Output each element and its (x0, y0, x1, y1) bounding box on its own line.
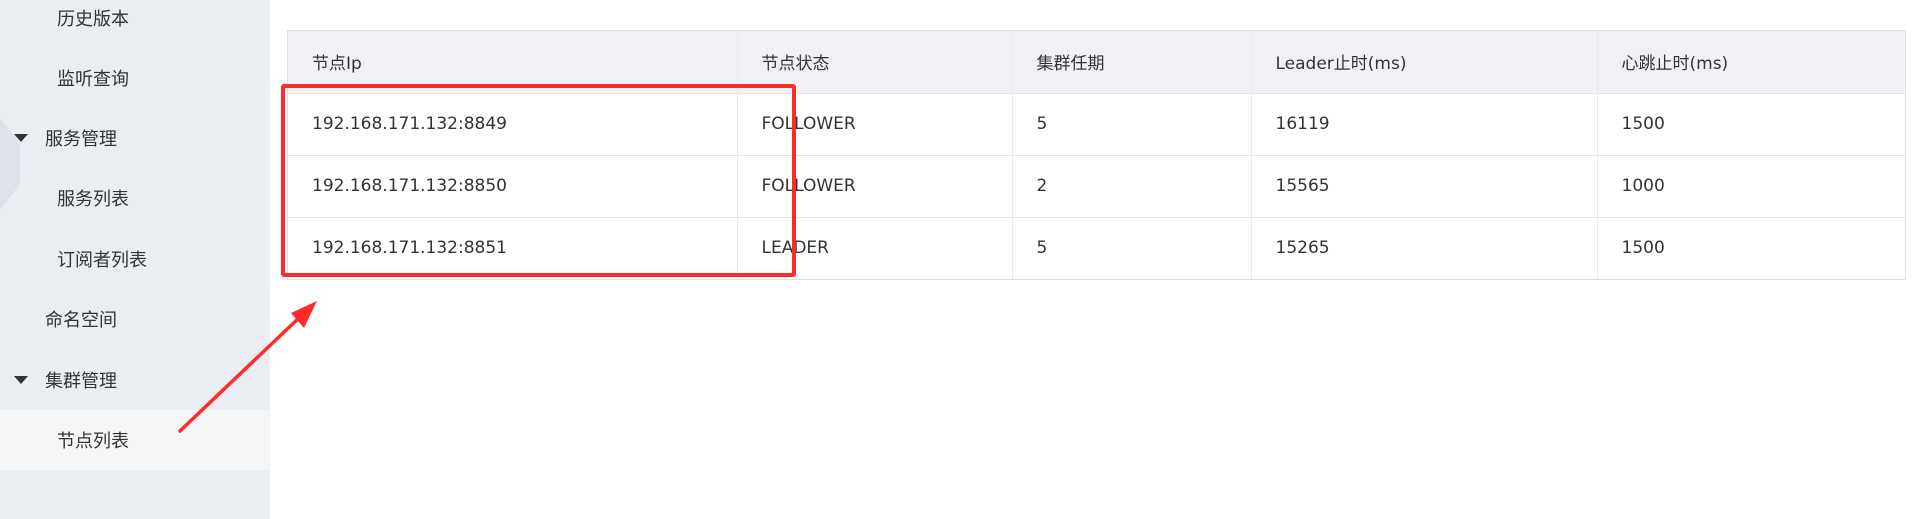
sidebar-item-namespace[interactable]: 命名空间 (0, 289, 270, 349)
cell-node-state: LEADER (737, 217, 1013, 279)
table-header-row: 节点Ip 节点状态 集群任期 Leader止时(ms) 心跳止时(ms) (288, 31, 1905, 93)
column-header-cluster-term[interactable]: 集群任期 (1012, 31, 1252, 93)
cell-heartbeat-due: 1500 (1621, 114, 1665, 134)
sidebar: 历史版本 监听查询 服务管理 服务列表 订阅者列表 命名空间 集群管理 节点列表 (0, 0, 270, 519)
cell-heartbeat-due: 1000 (1621, 176, 1665, 196)
cell-cluster-term: 5 (1012, 93, 1252, 155)
table-row: 192.168.171.132:8851 LEADER 5 15265 1500 (288, 217, 1905, 279)
sidebar-item-node-list[interactable]: 节点列表 (0, 410, 270, 470)
cell-node-ip: 192.168.171.132:8851 (288, 217, 738, 279)
sidebar-item-listener-query[interactable]: 监听查询 (0, 48, 270, 108)
sidebar-item-service-list[interactable]: 服务列表 (0, 168, 270, 228)
cell-cluster-term: 5 (1012, 217, 1252, 279)
sidebar-item-label: 监听查询 (57, 69, 129, 90)
caret-down-icon (14, 134, 28, 142)
sidebar-item-label: 订阅者列表 (57, 250, 147, 271)
column-header-node-ip[interactable]: 节点Ip (288, 31, 738, 93)
cell-leader-due: 15565 (1251, 155, 1598, 217)
column-header-node-state[interactable]: 节点状态 (737, 31, 1013, 93)
cell-node-ip: 192.168.171.132:8850 (288, 155, 738, 217)
sidebar-item-label: 命名空间 (45, 310, 117, 331)
sidebar-group-label: 服务管理 (45, 129, 117, 150)
column-header-leader-due[interactable]: Leader止时(ms) (1251, 31, 1598, 93)
cell-heartbeat-due: 1500 (1621, 238, 1665, 259)
table-row: 192.168.171.132:8850 FOLLOWER 2 15565 10… (288, 155, 1905, 217)
sidebar-item-label: 历史版本 (57, 9, 129, 30)
column-header-heartbeat-due[interactable]: 心跳止时(ms) (1597, 31, 1905, 93)
cell-node-ip: 192.168.171.132:8849 (288, 93, 738, 155)
cell-leader-due: 15265 (1251, 217, 1598, 279)
sidebar-group-service-management[interactable]: 服务管理 (0, 108, 270, 168)
cluster-node-table: 节点Ip 节点状态 集群任期 Leader止时(ms) 心跳止时(ms) 192… (287, 30, 1906, 280)
sidebar-group-cluster-management[interactable]: 集群管理 (0, 350, 270, 410)
table-row: 192.168.171.132:8849 FOLLOWER 5 16119 15… (288, 93, 1905, 155)
cell-node-state: FOLLOWER (737, 93, 1013, 155)
cell-node-state: FOLLOWER (737, 155, 1013, 217)
sidebar-item-label: 节点列表 (57, 431, 129, 452)
sidebar-item-subscriber-list[interactable]: 订阅者列表 (0, 229, 270, 289)
cell-leader-due: 16119 (1251, 93, 1598, 155)
cell-cluster-term: 2 (1012, 155, 1252, 217)
sidebar-item-history-version[interactable]: 历史版本 (0, 0, 270, 48)
sidebar-item-label: 服务列表 (57, 189, 129, 210)
sidebar-group-label: 集群管理 (45, 371, 117, 392)
caret-down-icon (14, 376, 28, 384)
